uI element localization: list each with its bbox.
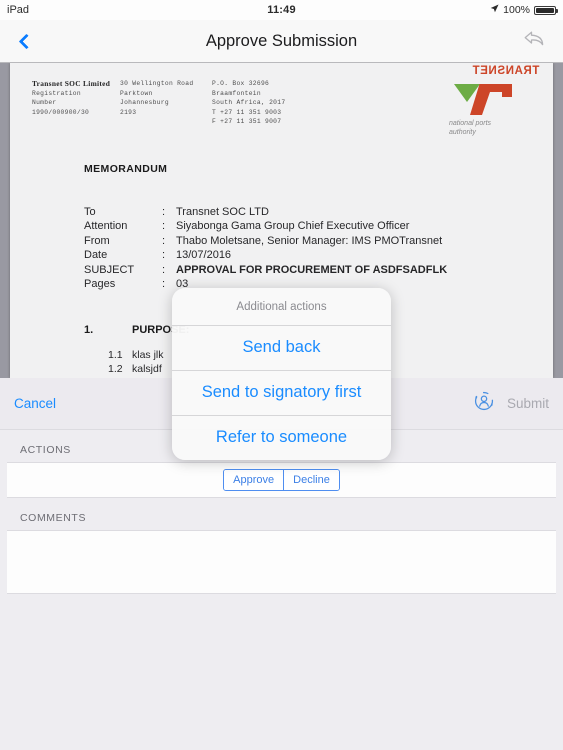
memorandum-heading: MEMORANDUM (84, 162, 168, 175)
letterhead-column-address: 30 Wellington Road Parktown Johannesburg… (120, 79, 212, 127)
transnet-logo: TRANSNET national ports authority (435, 65, 543, 137)
purpose-item-number: 1.1 (108, 348, 123, 361)
memo-field-row: Date : 13/07/2016 (84, 248, 531, 263)
approve-decline-segmented-control[interactable]: Approve Decline (223, 469, 340, 491)
postal-line-5: F +27 11 351 9007 (212, 118, 282, 125)
purpose-section-number: 1. (84, 323, 94, 336)
transnet-logo-mark-icon (452, 81, 526, 117)
logo-subtitle-line-1: national ports (449, 120, 492, 127)
memo-field-row: From : Thabo Moletsane, Senior Manager: … (84, 234, 531, 249)
purpose-item-number: 1.2 (108, 362, 123, 375)
battery-percent-label: 100% (503, 4, 530, 16)
postal-line-3: South Africa, 2017 (212, 99, 286, 106)
address-line-4: 2193 (120, 108, 137, 116)
comments-input[interactable] (7, 531, 556, 547)
address-line-1: 30 Wellington Road (120, 80, 194, 87)
memo-field-label: Pages (84, 278, 116, 290)
toolbar-right-group: Submit (473, 390, 549, 417)
memo-field-value: Siyabonga Gama Group Chief Executive Off… (176, 220, 410, 232)
actions-card: Approve Decline (7, 462, 556, 498)
popover-option-send-to-signatory-first[interactable]: Send to signatory first (172, 370, 391, 415)
battery-full-icon (534, 5, 558, 15)
popover-option-send-back[interactable]: Send back (172, 326, 391, 370)
logo-subtitle-line-2: authority (449, 129, 476, 136)
comments-section-header: COMMENTS (20, 512, 87, 524)
status-right-group: 100% (490, 4, 558, 16)
purpose-item-text: kalsjdf (132, 362, 162, 375)
memo-field-label: From (84, 234, 110, 247)
company-line-4: 1990/000900/30 (32, 108, 90, 116)
memo-field-colon: : (162, 263, 166, 276)
page-title: Approve Submission (205, 31, 358, 50)
submit-button[interactable]: Submit (507, 396, 549, 411)
company-line-3: Number (32, 99, 57, 106)
memo-field-row: Attention : Siyabonga Gama Group Chief E… (84, 219, 531, 234)
popover-option-refer-to-someone[interactable]: Refer to someone (172, 415, 391, 460)
memo-field-colon: : (162, 220, 166, 232)
postal-line-2: Braamfontein (212, 89, 261, 97)
reassign-user-icon[interactable] (473, 390, 495, 417)
memo-field-row: To : Transnet SOC LTD (84, 205, 531, 220)
memo-field-colon: : (162, 234, 166, 247)
purpose-item-text: klas jlk (132, 348, 164, 361)
address-line-3: Johannesburg (120, 99, 169, 106)
transnet-wordmark: TRANSNET (435, 65, 543, 77)
cancel-button[interactable]: Cancel (14, 396, 56, 411)
location-arrow-icon (490, 4, 499, 16)
status-clock: 11:49 (267, 4, 296, 16)
decline-button[interactable]: Decline (283, 470, 339, 490)
comments-card[interactable] (7, 530, 556, 594)
memo-field-value: 13/07/2016 (176, 249, 232, 261)
memo-field-label: Attention (84, 220, 128, 232)
transnet-logo-subtitle: national ports authority (435, 119, 543, 137)
memo-field-colon: : (162, 249, 166, 261)
transnet-wordmark-text: TRANSNET (471, 65, 539, 77)
company-name: Transnet SOC Limited (32, 79, 111, 88)
memo-field-value: Transnet SOC LTD (176, 205, 269, 218)
memo-field-label: To (84, 205, 96, 218)
memo-field-label: SUBJECT (84, 263, 135, 276)
letterhead-column-postal: P.O. Box 32696 Braamfontein South Africa… (212, 79, 332, 127)
postal-line-4: T +27 11 351 9003 (212, 108, 282, 116)
letterhead-column-company: Transnet SOC Limited Registration Number… (32, 79, 120, 127)
popover-title: Additional actions (172, 288, 391, 326)
address-line-2: Parktown (120, 89, 153, 97)
approve-button[interactable]: Approve (224, 470, 284, 490)
navigation-bar: Approve Submission (0, 20, 563, 63)
memo-field-colon: : (162, 205, 166, 218)
memo-field-row: SUBJECT : APPROVAL FOR PROCUREMENT OF AS… (84, 263, 531, 278)
additional-actions-popover: Additional actions Send back Send to sig… (172, 288, 391, 460)
memo-fields-block: To : Transnet SOC LTD Attention : Siyabo… (84, 205, 531, 292)
reply-arrow-icon (523, 29, 547, 54)
memo-field-value: APPROVAL FOR PROCUREMENT OF ASDFSADFLK (176, 263, 448, 276)
status-bar: iPad 11:49 100% (0, 0, 563, 20)
form-area: ACTIONS Approve Decline COMMENTS (0, 430, 563, 750)
memo-field-colon: : (162, 278, 166, 290)
company-line-2: Registration (32, 89, 81, 97)
postal-line-1: P.O. Box 32696 (212, 80, 270, 87)
memo-field-label: Date (84, 249, 108, 261)
reply-button[interactable] (507, 29, 563, 54)
memo-field-value: Thabo Moletsane, Senior Manager: IMS PMO… (176, 234, 443, 247)
